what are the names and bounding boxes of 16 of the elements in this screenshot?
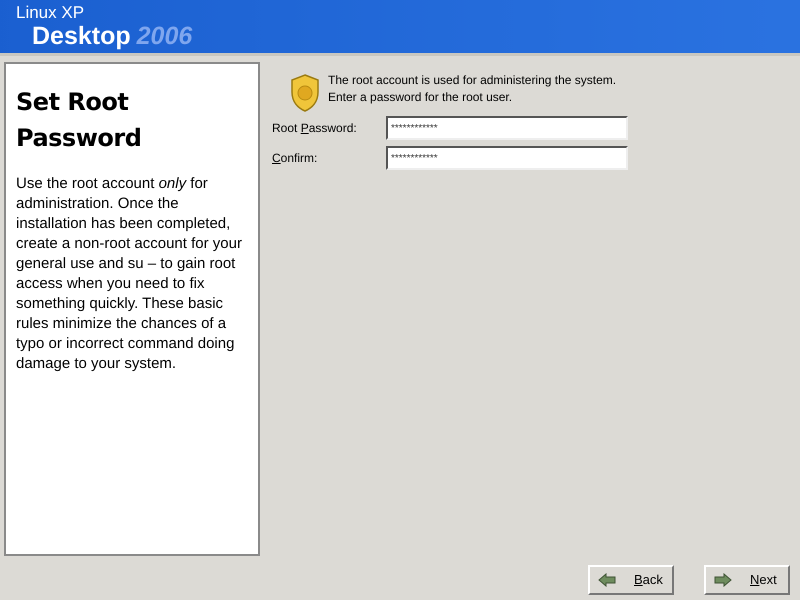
back-button[interactable]: Back <box>588 565 674 595</box>
intro-text: Enter a password for the root user. <box>328 89 514 106</box>
password-field[interactable]: ************ <box>386 116 628 140</box>
field-label: Root Password: <box>272 120 358 137</box>
help-title: Set Root Password <box>16 87 142 154</box>
next-button[interactable]: Next <box>704 565 790 595</box>
field-label: Confirm: <box>272 150 318 167</box>
password-field[interactable]: ************ <box>386 146 628 170</box>
product-year: 2006 <box>136 22 192 50</box>
left-arrow-icon <box>598 573 616 587</box>
help-text: Use the root account only for administration. Once the installation has been completed, create a non-root account for your general use and su – to gain root access when you need to fix something quickly. These basic rules minimize the chances of a typo or incorrect command doing damage to your system. <box>16 174 243 374</box>
right-arrow-icon <box>714 573 732 587</box>
product-name: Desktop <box>32 22 131 50</box>
shield-icon <box>290 74 320 112</box>
intro-text: The root account is used for administering the system. <box>328 72 616 89</box>
brand-line: Linux XP <box>16 4 86 22</box>
